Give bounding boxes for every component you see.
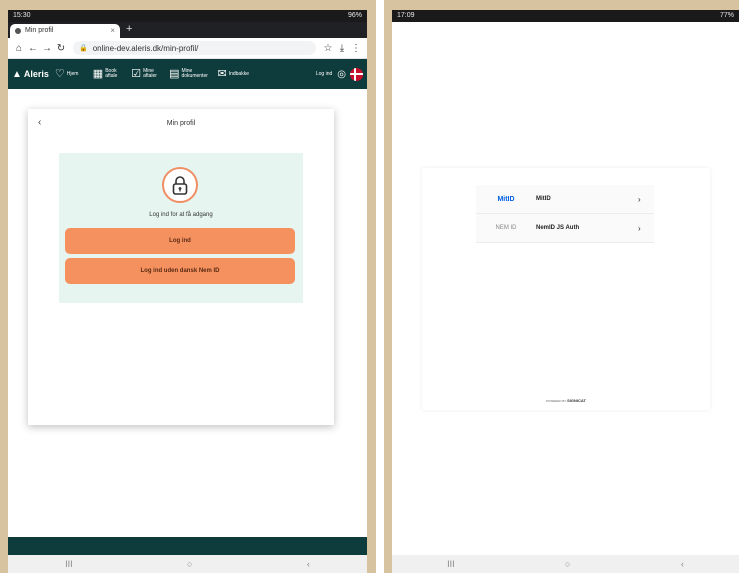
chevron-right-icon: ›: [638, 194, 641, 204]
login-panel: Log ind for at få adgang Log ind Log ind…: [59, 153, 303, 303]
star-icon[interactable]: ☆: [321, 43, 335, 54]
mail-icon: ✉: [217, 67, 227, 80]
forward-arrow-icon[interactable]: →: [40, 43, 54, 54]
status-bar: 17:09 77%: [392, 10, 739, 22]
nav-item-documents[interactable]: ▤ Mine dokumenter: [169, 67, 211, 80]
page-content: ‹ Min profil Log ind for at få adgang Lo…: [8, 89, 367, 529]
download-icon[interactable]: ⤓: [335, 43, 349, 54]
new-tab-icon[interactable]: +: [126, 23, 132, 35]
lock-icon: 🔒: [79, 45, 88, 52]
browser-tab-strip: Min profil × +: [8, 22, 367, 38]
nav-login-link[interactable]: Log ind: [316, 71, 332, 77]
tablet-left: 15:30 96% Min profil × + ⌂ ← → ↻ 🔒 onlin…: [0, 0, 376, 573]
tab-title: Min profil: [25, 27, 54, 34]
padlock-icon: [162, 167, 198, 203]
address-text: online-dev.aleris.dk/min-profil/: [92, 43, 199, 53]
nav-item-inbox[interactable]: ✉ Indbakke: [217, 67, 249, 80]
back-arrow-icon[interactable]: ←: [26, 43, 40, 54]
tablet-right: 17:09 77% MitID MitID › NEM ID NemID JS …: [384, 0, 739, 573]
site-footer: [8, 537, 367, 555]
screen-left: 15:30 96% Min profil × + ⌂ ← → ↻ 🔒 onlin…: [8, 10, 367, 573]
logo-icon: ▲: [12, 68, 22, 80]
browser-tab[interactable]: Min profil ×: [10, 24, 120, 38]
site-logo[interactable]: ▲ Aleris: [12, 69, 49, 80]
calendar-check-icon: ☑: [131, 67, 142, 80]
heart-icon: ♡: [54, 67, 65, 80]
tab-close-icon[interactable]: ×: [110, 24, 115, 38]
login-prompt: Log ind for at få adgang: [149, 212, 213, 218]
status-time: 15:30: [13, 12, 31, 19]
status-time: 17:09: [397, 12, 415, 19]
page-title: Min profil: [166, 120, 196, 127]
menu-icon[interactable]: ⋮: [349, 43, 363, 54]
provider-selection-box: MitID MitID › NEM ID NemID JS Auth › POW…: [422, 168, 710, 410]
home-button-icon[interactable]: ○: [187, 559, 192, 569]
card-header: ‹ Min profil: [28, 109, 334, 139]
provider-name: NemID JS Auth: [536, 225, 580, 231]
site-nav: ▲ Aleris ♡ Hjem ▦ Book aftale ☑ Mine aft…: [8, 59, 367, 89]
android-back-icon[interactable]: ‹: [681, 559, 684, 569]
nemid-logo: NEM ID: [495, 225, 517, 231]
reload-icon[interactable]: ↻: [54, 43, 68, 54]
nav-item-appointments[interactable]: ☑ Mine aftaler: [131, 67, 163, 80]
nav-right: Log ind ◎: [316, 67, 363, 81]
screen-right: 17:09 77% MitID MitID › NEM ID NemID JS …: [392, 10, 739, 573]
login-button[interactable]: Log ind: [65, 228, 295, 254]
recents-icon[interactable]: III: [447, 559, 455, 569]
profile-card: ‹ Min profil Log ind for at få adgang Lo…: [28, 109, 334, 425]
nav-item-book[interactable]: ▦ Book aftale: [92, 67, 125, 80]
powered-by: POWERED BY SIGNICAT: [546, 398, 586, 403]
mitid-logo: MitID: [497, 195, 515, 203]
logo-text: Aleris: [23, 69, 49, 79]
status-battery: 77%: [719, 12, 734, 19]
signicat-brand: SIGNICAT: [567, 398, 586, 403]
provider-list: MitID MitID › NEM ID NemID JS Auth ›: [476, 185, 654, 243]
url-bar: ⌂ ← → ↻ 🔒 online-dev.aleris.dk/min-profi…: [8, 38, 367, 59]
nav-item-home[interactable]: ♡ Hjem: [54, 67, 87, 80]
address-field[interactable]: 🔒 online-dev.aleris.dk/min-profil/: [73, 41, 316, 55]
recents-icon[interactable]: III: [65, 559, 73, 569]
login-without-nemid-button[interactable]: Log ind uden dansk Nem ID: [65, 258, 295, 284]
home-icon[interactable]: ⌂: [12, 43, 26, 54]
favicon-icon: [15, 28, 21, 34]
android-back-icon[interactable]: ‹: [307, 559, 310, 569]
home-button-icon[interactable]: ○: [565, 559, 570, 569]
user-icon[interactable]: ◎: [337, 69, 346, 80]
document-icon: ▤: [169, 67, 180, 80]
chevron-right-icon: ›: [638, 223, 641, 233]
android-nav-bar: III ○ ‹: [8, 555, 367, 573]
calendar-icon: ▦: [92, 67, 104, 80]
danish-flag-icon[interactable]: [350, 67, 363, 81]
provider-nemid[interactable]: NEM ID NemID JS Auth ›: [476, 214, 654, 243]
provider-name: MitID: [536, 196, 551, 202]
status-battery: 96%: [347, 12, 362, 19]
provider-mitid[interactable]: MitID MitID ›: [476, 185, 654, 214]
status-bar: 15:30 96%: [8, 10, 367, 22]
android-nav-bar: III ○ ‹: [392, 555, 739, 573]
